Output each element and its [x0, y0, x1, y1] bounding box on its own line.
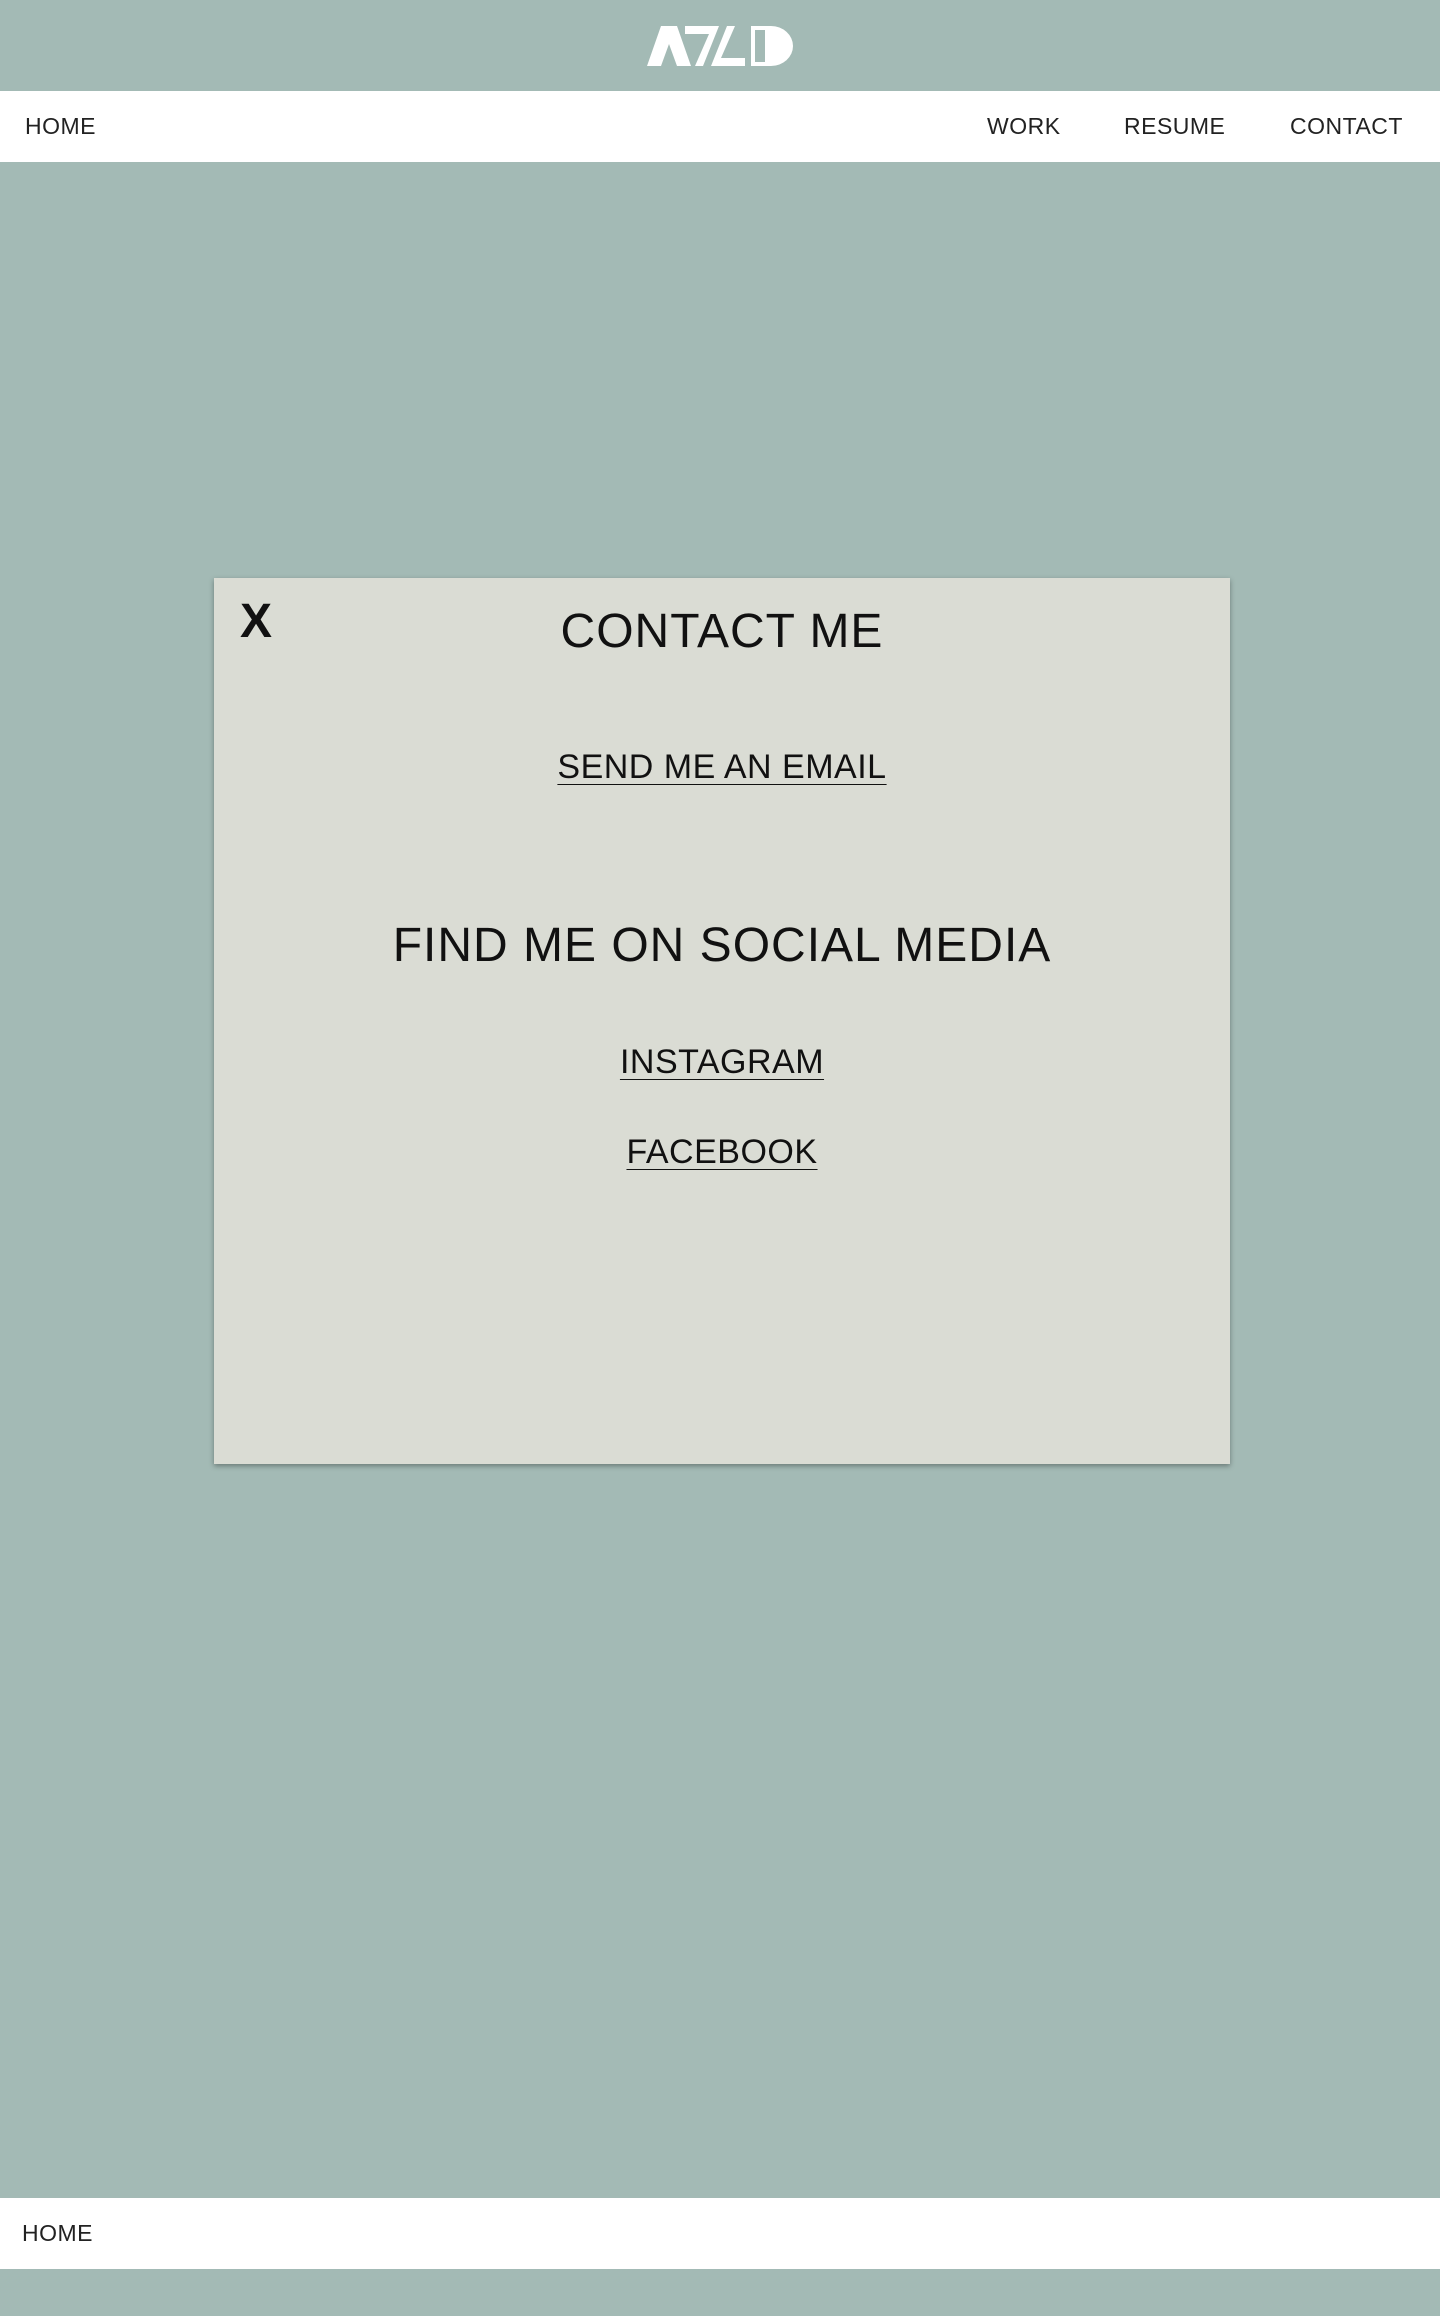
- nav-contact-link[interactable]: CONTACT: [1290, 91, 1403, 162]
- footer-home-link[interactable]: HOME: [22, 2198, 93, 2269]
- email-link-row: SEND ME AN EMAIL: [214, 748, 1230, 787]
- contact-modal: X CONTACT ME SEND ME AN EMAIL FIND ME ON…: [214, 578, 1230, 1464]
- instagram-link[interactable]: INSTAGRAM: [620, 1043, 824, 1081]
- send-email-link[interactable]: SEND ME AN EMAIL: [557, 748, 886, 786]
- site-logo-bar: [0, 0, 1440, 91]
- modal-title: CONTACT ME: [560, 605, 884, 658]
- nav-resume-link[interactable]: RESUME: [1124, 91, 1225, 162]
- facebook-link[interactable]: FACEBOOK: [626, 1133, 817, 1171]
- azd-logo[interactable]: [647, 25, 793, 66]
- facebook-link-row: FACEBOOK: [214, 1133, 1230, 1172]
- instagram-link-row: INSTAGRAM: [214, 1043, 1230, 1082]
- social-media-heading: FIND ME ON SOCIAL MEDIA: [392, 919, 1052, 972]
- nav-home-link[interactable]: HOME: [25, 91, 96, 162]
- bottom-navigation: HOME: [0, 2198, 1440, 2269]
- nav-work-link[interactable]: WORK: [987, 91, 1061, 162]
- top-navigation: HOME WORK RESUME CONTACT: [0, 91, 1440, 162]
